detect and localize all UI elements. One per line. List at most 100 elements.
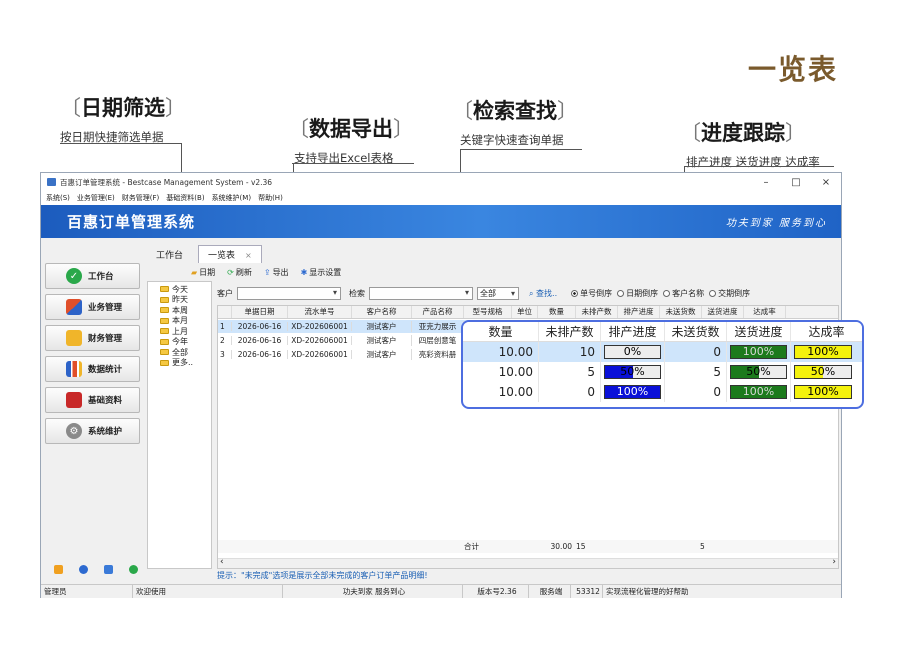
column-header[interactable]: 单位: [512, 306, 538, 318]
achievement-cell: 100%: [791, 382, 862, 402]
column-header[interactable]: 达成率: [744, 306, 786, 318]
feature-date-filter: 〔日期筛选〕 按日期快捷筛选单据: [60, 92, 186, 145]
sort-radio-customer[interactable]: 客户名称: [663, 288, 704, 299]
tree-item-this-month[interactable]: 本月: [148, 316, 211, 327]
sidebar-item-statistics[interactable]: 数据统计: [45, 356, 140, 382]
undelivered-cell: 0: [665, 382, 727, 402]
unscheduled-cell: 10: [539, 342, 601, 362]
quantity-cell: 10.00: [463, 342, 539, 362]
sort-radio-date[interactable]: 日期倒序: [617, 288, 658, 299]
grid-footer: 合计 30.00 15 5: [218, 540, 838, 553]
calendar-icon[interactable]: [104, 565, 113, 574]
horizontal-scrollbar[interactable]: ‹ ›: [218, 557, 838, 568]
schedule-progress-bar: 100%: [604, 385, 661, 399]
filter-row: 客户 检索 全部 ⌕ 查找.. 单号倒序 日期倒序 客户名称 交期倒序: [217, 285, 750, 301]
folder-icon: [66, 330, 82, 346]
note-icon[interactable]: [54, 565, 63, 574]
tab-overview[interactable]: 一览表 ×: [198, 245, 262, 263]
achievement-bar: 100%: [794, 345, 852, 359]
column-header[interactable]: 未排产数: [576, 306, 618, 318]
tab-close-icon[interactable]: ×: [245, 251, 252, 260]
tab-workbench[interactable]: 工作台: [147, 246, 193, 263]
column-header[interactable]: 排产进度: [618, 306, 660, 318]
scope-combo[interactable]: 全部: [477, 286, 519, 300]
banner: 百惠订单管理系统 功夫到家 服务到心: [41, 205, 841, 238]
feature-progress: 〔进度跟踪〕 排产进度 送货进度 达成率: [680, 117, 820, 170]
unscheduled-cell: 0: [539, 382, 601, 402]
column-header: 未送货数: [665, 322, 727, 341]
search-label: 检索: [349, 288, 365, 298]
gear-icon: ⚙: [66, 423, 82, 439]
feature-data-export: 〔数据导出〕 支持导出Excel表格: [288, 113, 414, 166]
tree-item-this-week[interactable]: 本周: [148, 305, 211, 316]
column-header[interactable]: 单据日期: [232, 306, 288, 318]
tree-item-all[interactable]: 全部: [148, 347, 211, 358]
menu-business[interactable]: 业务管理(E): [77, 193, 115, 203]
scroll-left-icon[interactable]: ‹: [220, 557, 224, 567]
sidebar-item-business[interactable]: 业务管理: [45, 294, 140, 320]
tree-item-more[interactable]: 更多..: [148, 358, 211, 369]
menu-maintenance[interactable]: 系统维护(M): [212, 193, 252, 203]
sort-radio-delivery[interactable]: 交期倒序: [709, 288, 750, 299]
unscheduled-cell: 5: [539, 362, 601, 382]
menu-system[interactable]: 系统(S): [46, 193, 70, 203]
column-header[interactable]: 流水单号: [288, 306, 352, 318]
zoom-row[interactable]: 10.00 10 0% 0 100% 100%: [463, 342, 862, 362]
column-header[interactable]: 送货进度: [702, 306, 744, 318]
schedule-progress-cell: 50%: [601, 362, 665, 382]
total-undelivered: 5: [700, 542, 705, 551]
column-header[interactable]: 型号规格: [464, 306, 512, 318]
leader-line: [460, 149, 582, 150]
maximize-button[interactable]: □: [781, 177, 811, 188]
schedule-progress-cell: 0%: [601, 342, 665, 362]
display-settings-button[interactable]: ✱ 显示设置: [301, 267, 342, 278]
refresh-icon[interactable]: [129, 565, 138, 574]
leader-line: [292, 163, 414, 164]
hint-text: 提示："未完成"选项是展示全部未完成的客户订单产品明细!: [217, 571, 428, 580]
column-header[interactable]: 未送货数: [660, 306, 702, 318]
zoom-row[interactable]: 10.00 5 50% 5 50% 50%: [463, 362, 862, 382]
zoom-header: 数量 未排产数 排产进度 未送货数 送货进度 达成率: [463, 322, 862, 342]
feature-desc: 排产进度 送货进度 达成率: [686, 155, 820, 169]
customer-combo[interactable]: [237, 286, 341, 300]
folder-icon: [160, 317, 169, 324]
column-header[interactable]: 客户名称: [352, 306, 412, 318]
sidebar-item-basic-data[interactable]: 基础资料: [45, 387, 140, 413]
tree-item-yesterday[interactable]: 昨天: [148, 295, 211, 306]
tree-item-this-year[interactable]: 今年: [148, 337, 211, 348]
menu-help[interactable]: 帮助(H): [258, 193, 283, 203]
sidebar-item-workbench[interactable]: ✓ 工作台: [45, 263, 140, 289]
window-title: 百惠订单管理系统 - Bestcase Management System - …: [60, 177, 273, 187]
tree-item-today[interactable]: 今天: [148, 284, 211, 295]
scroll-right-icon[interactable]: ›: [832, 557, 836, 567]
date-button[interactable]: ▰ 日期: [191, 267, 215, 278]
feature-title: 〔数据导出〕: [288, 117, 414, 141]
column-header[interactable]: 数量: [538, 306, 576, 318]
status-version: 版本号2.36: [463, 585, 529, 598]
refresh-button[interactable]: ⟳ 刷新: [227, 267, 252, 278]
tree-item-last-month[interactable]: 上月: [148, 326, 211, 337]
delivery-progress-cell: 100%: [727, 382, 791, 402]
zoom-row[interactable]: 10.00 0 100% 0 100% 100%: [463, 382, 862, 402]
sort-radio-order[interactable]: 单号倒序: [571, 288, 612, 299]
menu-basic-data[interactable]: 基础资料(B): [166, 193, 204, 203]
close-button[interactable]: ×: [811, 177, 841, 188]
minimize-button[interactable]: –: [751, 177, 781, 188]
info-icon[interactable]: [79, 565, 88, 574]
sidebar-item-maintenance[interactable]: ⚙ 系统维护: [45, 418, 140, 444]
status-welcome: 欢迎使用: [133, 585, 283, 598]
column-header: 达成率: [808, 325, 845, 339]
bar-chart-icon: [66, 361, 82, 377]
find-button[interactable]: ⌕ 查找..: [529, 288, 557, 299]
column-header[interactable]: [218, 306, 232, 318]
folder-icon: [160, 307, 169, 314]
search-icon: ⌕: [529, 288, 537, 298]
sidebar-item-finance[interactable]: 财务管理: [45, 325, 140, 351]
grid-header: 单据日期 流水单号 客户名称 产品名称 型号规格 单位 数量 未排产数 排产进度…: [218, 306, 838, 319]
status-bar: 管理员 欢迎使用 功夫到家 服务到心 版本号2.36 服务端 53312 实现流…: [41, 584, 841, 598]
menu-finance[interactable]: 财务管理(F): [122, 193, 160, 203]
column-header[interactable]: 产品名称: [412, 306, 464, 318]
sidebar: ✓ 工作台 业务管理 财务管理 数据统计 基础资料 ⚙ 系统维护: [44, 263, 142, 574]
search-combo[interactable]: [369, 286, 473, 300]
export-button[interactable]: ⇪ 导出: [264, 267, 289, 278]
